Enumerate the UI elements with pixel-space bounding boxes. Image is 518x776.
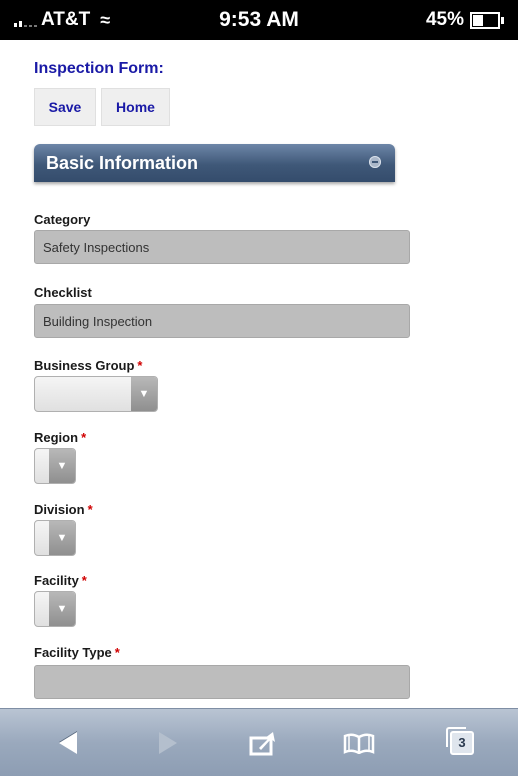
section-title: Basic Information <box>46 153 199 173</box>
business-group-label-text: Business Group <box>34 358 135 373</box>
share-button[interactable] <box>234 709 294 776</box>
save-button[interactable]: Save <box>34 88 96 126</box>
chevron-down-icon: ▼ <box>131 377 157 411</box>
division-label: Division * <box>34 502 93 517</box>
division-label-text: Division <box>34 502 85 517</box>
checklist-label-text: Checklist <box>34 285 92 300</box>
chevron-down-icon: ▼ <box>49 449 75 483</box>
page-content: Inspection Form: Save Home Basic Informa… <box>0 40 518 708</box>
required-marker: * <box>81 573 87 588</box>
tabs-button[interactable]: 3 <box>432 709 492 776</box>
status-bar: AT&T ≈ 9:53 AM 45% <box>0 0 518 40</box>
category-field[interactable]: Safety Inspections <box>34 230 410 264</box>
browser-toolbar: 3 <box>0 708 518 776</box>
region-label-text: Region <box>34 430 79 445</box>
forward-button[interactable] <box>138 709 198 776</box>
required-marker: * <box>137 358 143 373</box>
tabs-icon: 3 <box>446 726 474 755</box>
category-label: Category <box>34 212 90 227</box>
required-marker: * <box>87 502 93 517</box>
battery-tip <box>501 16 504 24</box>
battery-icon <box>470 11 500 29</box>
region-label: Region * <box>34 430 86 445</box>
required-marker: * <box>81 430 87 445</box>
battery-percent: 45% <box>425 9 464 30</box>
checklist-field[interactable]: Building Inspection <box>34 304 410 338</box>
business-group-label: Business Group * <box>34 358 142 373</box>
bookmarks-icon <box>343 732 375 754</box>
facility-type-label: Facility Type * <box>34 645 120 660</box>
battery-indicator: 45% <box>426 9 504 31</box>
form-title: Inspection Form: <box>34 60 164 77</box>
facility-label-text: Facility <box>34 573 79 588</box>
checklist-label: Checklist <box>34 285 92 300</box>
business-group-select[interactable]: ▼ <box>34 376 158 412</box>
required-marker: * <box>114 645 120 660</box>
facility-type-label-text: Facility Type <box>34 645 112 660</box>
basic-information-header[interactable]: Basic Information <box>34 144 395 182</box>
share-icon <box>249 731 275 755</box>
region-select[interactable]: ▼ <box>34 448 76 484</box>
phone-screen: AT&T ≈ 9:53 AM 45% Inspection Form: Save… <box>0 0 518 776</box>
division-select[interactable]: ▼ <box>34 520 76 556</box>
facility-label: Facility * <box>34 573 87 588</box>
category-label-text: Category <box>34 212 91 227</box>
facility-type-field[interactable] <box>34 665 410 699</box>
forward-icon <box>159 731 177 754</box>
chevron-down-icon: ▼ <box>49 592 75 626</box>
home-button[interactable]: Home <box>101 88 170 126</box>
back-button[interactable] <box>38 709 98 776</box>
facility-select[interactable]: ▼ <box>34 591 76 627</box>
collapse-icon[interactable] <box>369 156 381 168</box>
chevron-down-icon: ▼ <box>49 521 75 555</box>
bookmarks-button[interactable] <box>329 709 389 776</box>
back-icon <box>59 731 77 754</box>
